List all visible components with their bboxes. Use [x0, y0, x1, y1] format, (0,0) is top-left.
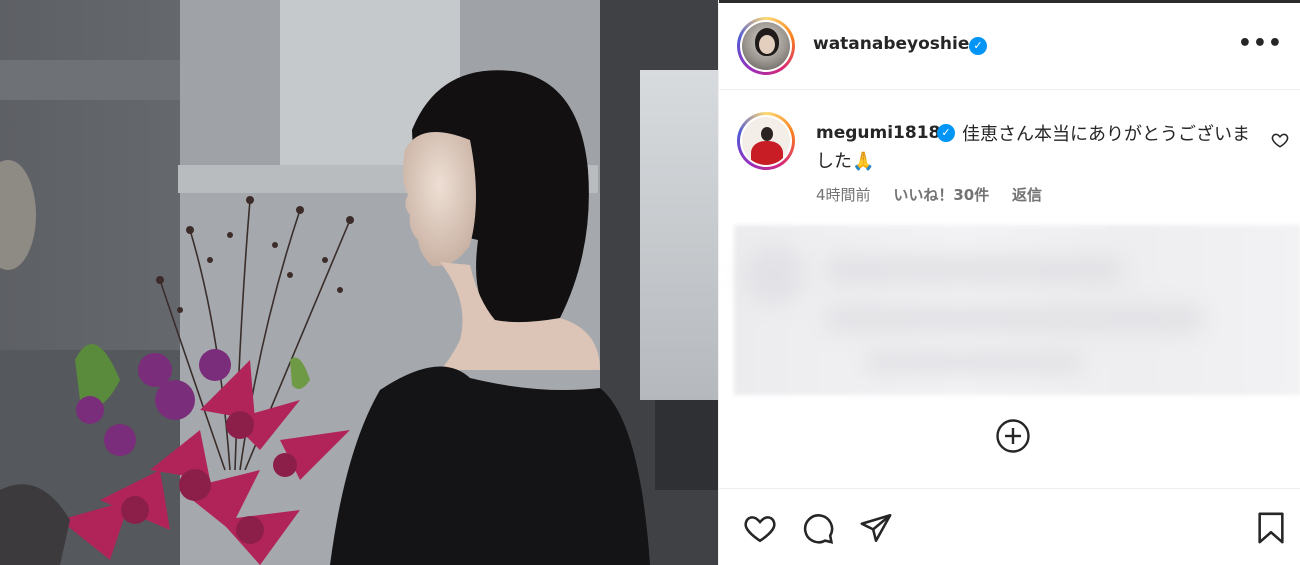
author-avatar[interactable] — [737, 17, 795, 75]
author-username[interactable]: watanabeyoshie — [813, 34, 969, 54]
comment-likes-count[interactable]: いいね！30件 — [893, 186, 989, 204]
more-horizontal-icon[interactable]: ••• — [1238, 31, 1283, 56]
comment-like-heart-icon[interactable] — [1271, 131, 1289, 153]
post-actions-bar — [719, 488, 1300, 565]
comment-timestamp[interactable]: 4時間前 — [816, 186, 871, 204]
avatar-image — [742, 117, 790, 165]
comment-icon[interactable] — [801, 511, 835, 549]
commenter-avatar[interactable] — [737, 112, 795, 170]
share-icon[interactable] — [859, 511, 893, 549]
commenter-username[interactable]: megumi1818 — [816, 123, 940, 143]
blurred-comments — [734, 225, 1300, 395]
post-photo[interactable] — [0, 0, 718, 565]
post-sidebar: watanabeyoshie ✓ ••• 佳恵さん本当にありがとうございました🙏… — [718, 0, 1300, 565]
avatar-border — [740, 20, 792, 72]
load-more-comments-icon[interactable] — [995, 418, 1031, 454]
heart-icon[interactable] — [743, 511, 777, 549]
photo-illustration — [0, 0, 718, 565]
verified-badge-icon: ✓ — [969, 37, 987, 55]
reply-button[interactable]: 返信 — [1012, 186, 1042, 204]
verified-badge-icon: ✓ — [937, 124, 955, 142]
post-header: watanabeyoshie ✓ ••• — [719, 3, 1300, 90]
comment-meta: 4時間前 いいね！30件 返信 — [816, 184, 1060, 205]
bookmark-icon[interactable] — [1255, 511, 1287, 549]
avatar-image — [742, 22, 790, 70]
avatar-border — [740, 115, 792, 167]
